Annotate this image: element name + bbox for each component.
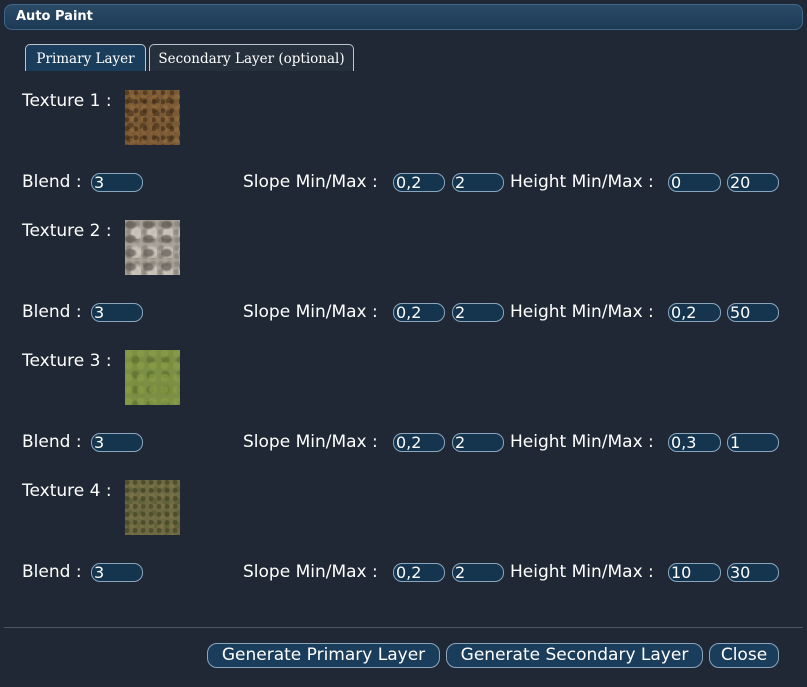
texture-3-slope-min-input[interactable] (393, 433, 445, 452)
texture-3-blend-label: Blend : (22, 432, 82, 452)
texture-3-height-min-input[interactable] (668, 433, 721, 452)
texture-4-blend-input[interactable] (91, 563, 143, 582)
texture-4-slope-min-input[interactable] (393, 563, 445, 582)
texture-4-slope-max-input[interactable] (452, 563, 504, 582)
texture-4-height-max-input[interactable] (727, 563, 779, 582)
texture-4-blend-label: Blend : (22, 562, 82, 582)
texture-1-blend-input[interactable] (91, 173, 143, 192)
texture-2-height-label: Height Min/Max : (510, 302, 654, 322)
texture-3-slope-max-input[interactable] (452, 433, 504, 452)
texture-3-blend-input[interactable] (91, 433, 143, 452)
texture-1-label: Texture 1 : (22, 91, 112, 111)
texture-3-thumbnail[interactable] (125, 350, 180, 405)
texture-1-height-max-input[interactable] (727, 173, 779, 192)
texture-4-height-label: Height Min/Max : (510, 562, 654, 582)
texture-1-slope-label: Slope Min/Max : (243, 172, 378, 192)
texture-4-slope-label: Slope Min/Max : (243, 562, 378, 582)
tab-primary-layer[interactable]: Primary Layer (25, 44, 146, 71)
texture-4-thumbnail[interactable] (125, 480, 180, 535)
texture-4-height-min-input[interactable] (668, 563, 721, 582)
texture-4-label: Texture 4 : (22, 481, 112, 501)
footer-divider (4, 627, 803, 628)
tab-secondary-layer[interactable]: Secondary Layer (optional) (149, 44, 354, 71)
texture-3-height-label: Height Min/Max : (510, 432, 654, 452)
generate-primary-layer-button[interactable]: Generate Primary Layer (207, 643, 440, 668)
texture-2-height-max-input[interactable] (727, 303, 779, 322)
auto-paint-window: Auto Paint Primary Layer Secondary Layer… (0, 0, 807, 687)
texture-3-height-max-input[interactable] (727, 433, 779, 452)
texture-2-thumbnail[interactable] (125, 220, 180, 275)
texture-2-blend-label: Blend : (22, 302, 82, 322)
texture-2-slope-max-input[interactable] (452, 303, 504, 322)
texture-1-slope-min-input[interactable] (393, 173, 445, 192)
texture-1-height-min-input[interactable] (668, 173, 721, 192)
title-bar[interactable]: Auto Paint (4, 4, 803, 30)
texture-3-label: Texture 3 : (22, 351, 112, 371)
texture-1-thumbnail[interactable] (125, 90, 180, 145)
texture-2-height-min-input[interactable] (668, 303, 721, 322)
texture-2-slope-min-input[interactable] (393, 303, 445, 322)
texture-2-blend-input[interactable] (91, 303, 143, 322)
texture-2-slope-label: Slope Min/Max : (243, 302, 378, 322)
texture-1-slope-max-input[interactable] (452, 173, 504, 192)
close-button[interactable]: Close (709, 643, 779, 668)
window-title: Auto Paint (16, 9, 93, 24)
texture-2-label: Texture 2 : (22, 221, 112, 241)
texture-3-slope-label: Slope Min/Max : (243, 432, 378, 452)
texture-1-blend-label: Blend : (22, 172, 82, 192)
generate-secondary-layer-button[interactable]: Generate Secondary Layer (446, 643, 703, 668)
texture-1-height-label: Height Min/Max : (510, 172, 654, 192)
